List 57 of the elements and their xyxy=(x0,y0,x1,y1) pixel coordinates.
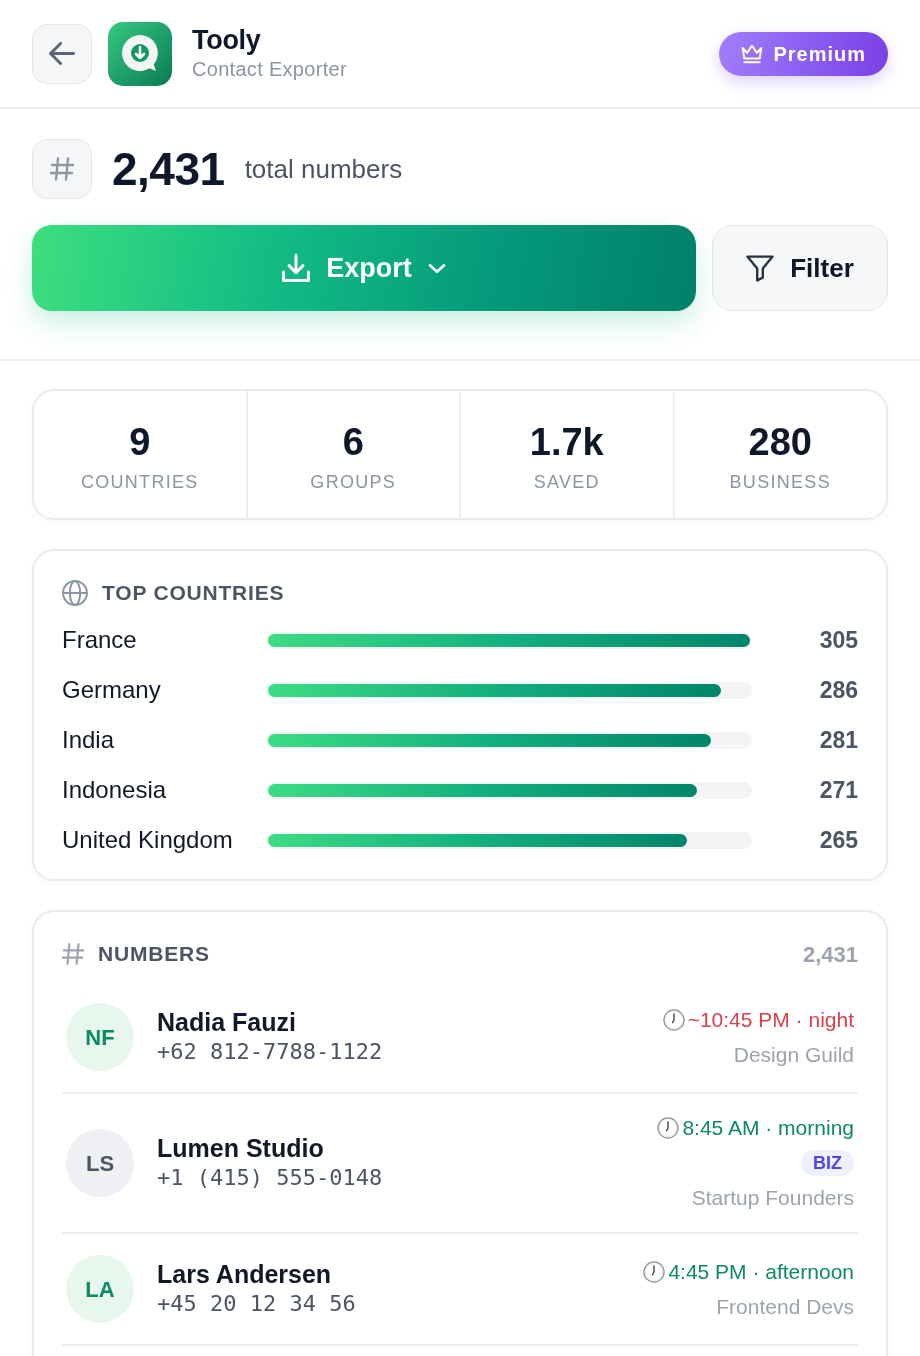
section-title: TOP COUNTRIES xyxy=(102,580,285,607)
crown-icon xyxy=(741,43,764,64)
country-count: 281 xyxy=(818,725,858,755)
stat-value: 280 xyxy=(748,420,812,465)
contact-name: Lumen Studio xyxy=(157,1133,325,1163)
globe-icon xyxy=(62,580,88,606)
group-name: Design Guild xyxy=(733,1041,854,1068)
business-tag: BIZ xyxy=(801,1150,854,1176)
app-subtitle: Contact Exporter xyxy=(192,56,347,82)
phone-number: +45 20 12 34 56 xyxy=(157,1290,356,1318)
country-name: Indonesia xyxy=(62,775,168,805)
chevron-down-icon xyxy=(427,262,446,274)
hash-icon xyxy=(62,943,84,965)
download-bubble-icon xyxy=(108,21,172,86)
hash-icon xyxy=(32,139,92,199)
total-label: total numbers xyxy=(244,156,403,182)
country-name: United Kingdom xyxy=(62,825,234,855)
back-button[interactable] xyxy=(32,23,92,84)
app-title: Tooly xyxy=(192,25,262,57)
stat-value: 1.7k xyxy=(529,420,604,465)
country-count: 305 xyxy=(818,625,858,655)
funnel-icon xyxy=(746,254,775,282)
local-time: 8:45 AM · morning xyxy=(682,1115,854,1141)
clock-icon xyxy=(643,1260,666,1283)
country-count: 271 xyxy=(818,775,858,805)
local-time: 4:45 PM · afternoon xyxy=(668,1258,854,1285)
clock-icon xyxy=(657,1117,680,1139)
stat-label: GROUPS xyxy=(310,471,397,493)
stat-label: SAVED xyxy=(533,471,600,493)
phone-number: +62 812-7788-1122 xyxy=(157,1038,383,1066)
filter-button[interactable]: Filter xyxy=(712,225,888,311)
download-icon xyxy=(282,254,311,282)
country-name: France xyxy=(62,625,138,655)
stat-label: COUNTRIES xyxy=(80,471,199,493)
total-count: 2,431 xyxy=(112,146,225,192)
group-name: Frontend Devs xyxy=(716,1293,854,1320)
contact-name: Lars Andersen xyxy=(157,1259,333,1289)
stat-label: BUSINESS xyxy=(729,471,831,493)
group-name: Startup Founders xyxy=(691,1185,854,1211)
clock-icon xyxy=(662,1008,685,1031)
phone-number: +1 (415) 555-0148 xyxy=(157,1164,383,1192)
country-name: India xyxy=(62,725,116,755)
country-name: Germany xyxy=(62,675,162,705)
arrow-left-icon xyxy=(49,42,75,65)
section-title: NUMBERS xyxy=(98,941,210,968)
premium-button[interactable]: Premium xyxy=(719,31,888,76)
export-button[interactable]: Export xyxy=(32,225,696,311)
country-count: 265 xyxy=(818,825,858,855)
numbers-count: 2,431 xyxy=(802,940,858,969)
contact-name: Nadia Fauzi xyxy=(157,1007,297,1037)
avatar: LS xyxy=(66,1129,134,1197)
stat-value: 9 xyxy=(129,420,151,465)
avatar: LA xyxy=(66,1255,134,1323)
country-count: 286 xyxy=(818,675,858,705)
stat-value: 6 xyxy=(342,420,364,465)
avatar: NF xyxy=(66,1003,134,1071)
local-time: ~10:45 PM · night xyxy=(687,1006,854,1033)
